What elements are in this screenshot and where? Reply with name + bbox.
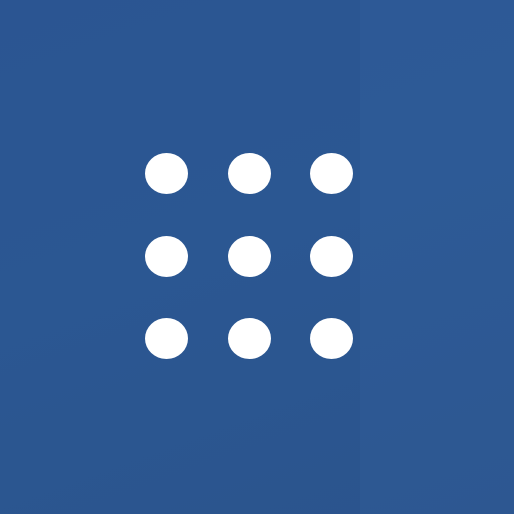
grid-dot: [145, 235, 188, 277]
grid-dot: [310, 318, 353, 359]
grid-dot: [145, 153, 188, 194]
app-launcher-tile[interactable]: [0, 0, 514, 514]
grid-dot: [310, 153, 353, 194]
grid-dot: [227, 235, 271, 277]
app-grid-icon: [145, 153, 353, 359]
grid-dot: [145, 318, 188, 359]
grid-dot: [227, 153, 271, 194]
grid-dot: [310, 235, 353, 277]
grid-dot: [227, 318, 271, 359]
